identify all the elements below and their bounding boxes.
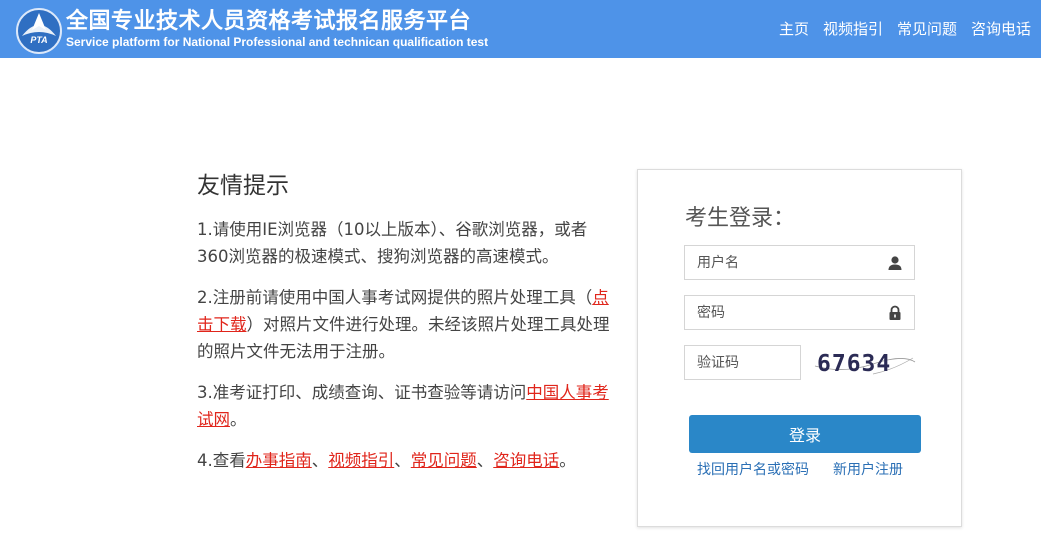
tips-heading: 友情提示 [197,173,289,199]
user-icon [888,256,902,270]
hotline-link[interactable]: 咨询电话 [493,451,559,470]
logo-text: PTA [30,35,47,45]
username-input[interactable] [685,246,914,279]
nav-hotline[interactable]: 咨询电话 [971,18,1031,39]
password-field [684,295,915,330]
video-guide-link[interactable]: 视频指引 [328,451,394,470]
friendly-tips: 友情提示 1.请使用IE浏览器（10以上版本）、谷歌浏览器，或者360浏览器的极… [197,166,617,488]
top-nav: 主页 视频指引 常见问题 咨询电话 [779,18,1031,39]
username-field [684,245,915,280]
tip4-post: 。 [559,451,576,470]
nav-video-guide[interactable]: 视频指引 [823,18,883,39]
forgot-credentials-link[interactable]: 找回用户名或密码 [697,459,809,479]
register-link[interactable]: 新用户注册 [833,459,903,479]
guide-link[interactable]: 办事指南 [246,451,312,470]
captcha-input[interactable] [685,346,800,379]
tip2-pre: 2.注册前请使用中国人事考试网提供的照片处理工具（ [197,288,593,307]
separator: 、 [311,451,329,470]
login-button[interactable]: 登录 [689,415,921,453]
tip2-post: ）对照片文件进行处理。未经该照片处理工具处理的照片文件无法用于注册。 [197,315,610,361]
tip3-pre: 3.准考证打印、成绩查询、证书查验等请访问 [197,383,527,402]
tip-help-links: 4.查看办事指南、视频指引、常见问题、咨询电话。 [197,447,617,474]
tip3-post: 。 [230,410,247,429]
nav-faq[interactable]: 常见问题 [897,18,957,39]
site-title-en: Service platform for National Profession… [66,35,489,49]
tip-browser: 1.请使用IE浏览器（10以上版本）、谷歌浏览器，或者360浏览器的极速模式、搜… [197,220,588,266]
separator: 、 [476,451,494,470]
tip-exam-site: 3.准考证打印、成绩查询、证书查验等请访问中国人事考试网。 [197,379,617,433]
faq-link[interactable]: 常见问题 [411,451,477,470]
captcha-text: 67634 [817,351,891,377]
nav-home[interactable]: 主页 [779,18,809,39]
login-title: 考生登录： [685,206,796,231]
captcha-image[interactable]: 67634 [813,344,917,382]
password-input[interactable] [685,296,914,329]
site-title-cn: 全国专业技术人员资格考试报名服务平台 [66,9,472,34]
top-header: PTA 全国专业技术人员资格考试报名服务平台 Service platform … [0,0,1041,58]
tip4-pre: 4.查看 [197,451,246,470]
captcha-field [684,345,801,380]
lock-icon [889,305,901,320]
login-panel: 考生登录： 67634 登录 找回用户名或密码 新用户注册 [637,169,962,527]
separator: 、 [394,451,411,470]
pta-logo-icon: PTA [16,8,62,54]
tip-photo-tool: 2.注册前请使用中国人事考试网提供的照片处理工具（点击下载）对照片文件进行处理。… [197,284,617,365]
